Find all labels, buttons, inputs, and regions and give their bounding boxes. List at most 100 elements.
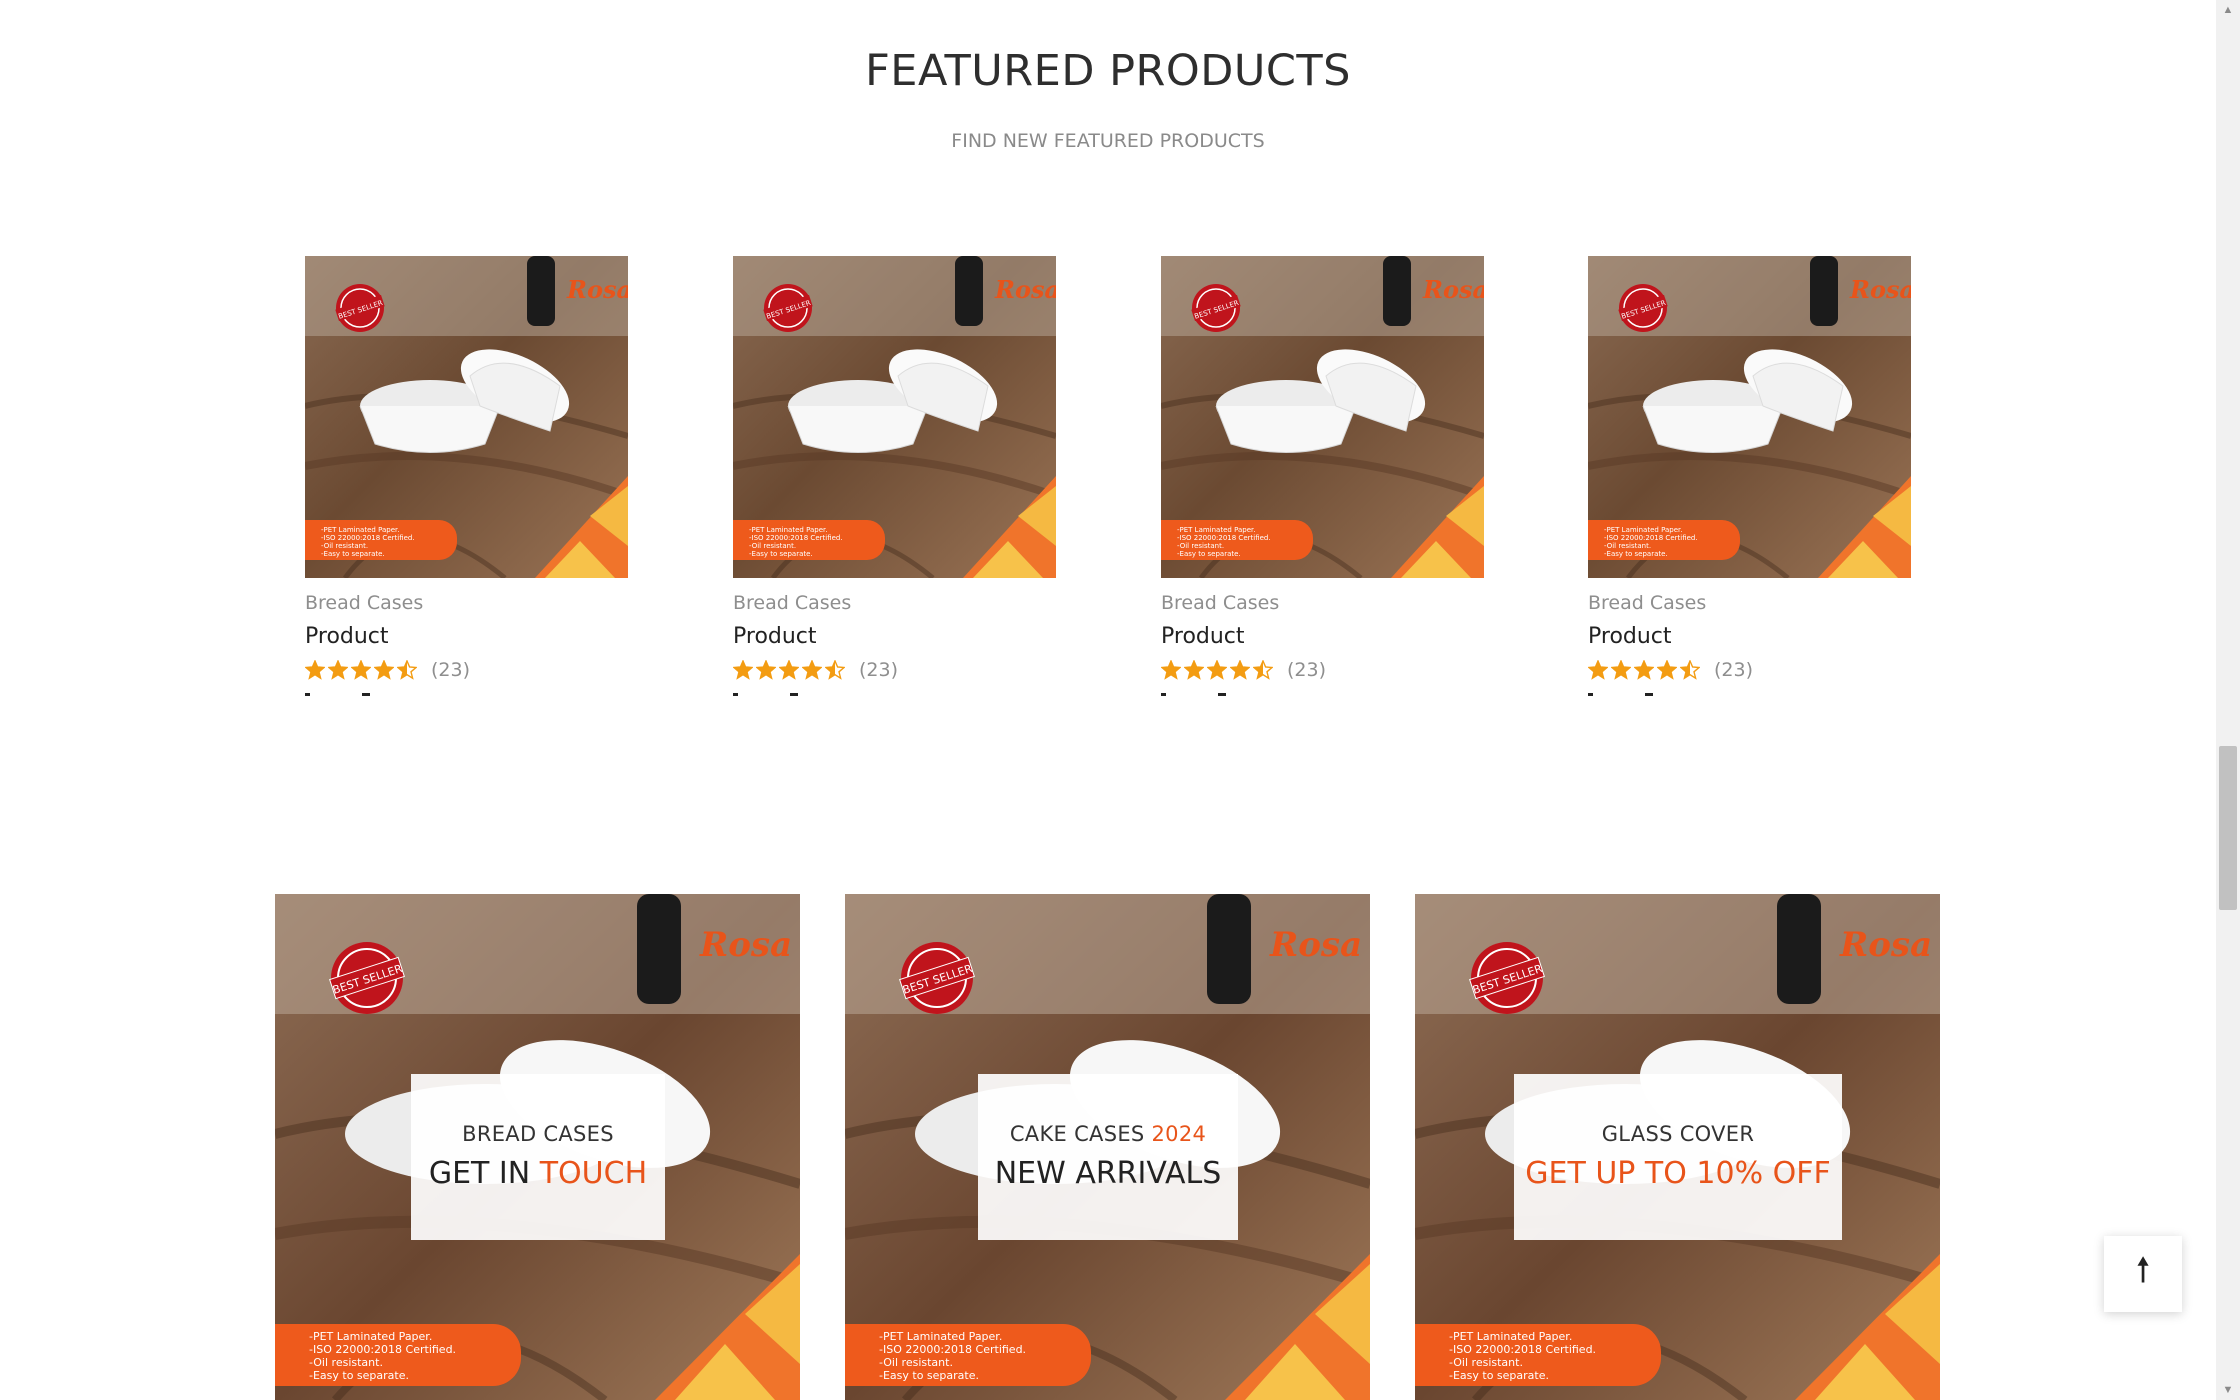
banner-small-text: GLASS COVER <box>1601 1122 1755 1146</box>
scroll-up-arrow-icon[interactable]: ▲ <box>2216 0 2240 20</box>
svg-text:-PET Laminated Paper.: -PET Laminated Paper. <box>1449 1330 1572 1343</box>
banner-headline[interactable]: GET IN TOUCH <box>411 1156 665 1191</box>
section-subtitle: FIND NEW FEATURED PRODUCTS <box>951 130 1265 152</box>
product-price <box>305 693 628 699</box>
svg-text:-Oil resistant.: -Oil resistant. <box>1604 542 1651 550</box>
banner-text-box: GLASS COVER GET UP TO 10% OFF <box>1514 1074 1842 1240</box>
product-name[interactable]: Product <box>733 624 1056 649</box>
product-price <box>1161 693 1484 699</box>
star-icon <box>1253 660 1273 680</box>
star-icon <box>802 660 822 680</box>
product-image[interactable]: BEST SELLER Rosa -PET Laminated Paper. -I… <box>1161 256 1484 578</box>
star-icon <box>1230 660 1250 680</box>
svg-text:-Oil resistant.: -Oil resistant. <box>749 542 796 550</box>
banner-text-box: BREAD CASES GET IN TOUCH <box>411 1074 665 1240</box>
banner-text-box: CAKE CASES 2024 NEW ARRIVALS <box>978 1074 1238 1240</box>
svg-text:-Oil resistant.: -Oil resistant. <box>321 542 368 550</box>
star-icon <box>825 660 845 680</box>
star-icon <box>779 660 799 680</box>
star-icon <box>1184 660 1204 680</box>
scrollbar-track[interactable] <box>2216 0 2240 1400</box>
svg-text:-ISO 22000:2018 Certified.: -ISO 22000:2018 Certified. <box>879 1343 1026 1356</box>
svg-text:Rosa: Rosa <box>1839 925 1932 965</box>
star-rating-icons <box>733 660 845 680</box>
rating-count: (23) <box>859 659 899 681</box>
svg-text:-ISO 22000:2018 Certified.: -ISO 22000:2018 Certified. <box>321 534 415 542</box>
promo-banner-glass-cover[interactable]: BEST SELLER Rosa -PET Laminated Paper. -I… <box>1415 894 1940 1400</box>
svg-text:-Easy to separate.: -Easy to separate. <box>321 550 385 558</box>
star-rating-icons <box>305 660 417 680</box>
svg-text:Rosa: Rosa <box>1422 275 1484 304</box>
svg-text:-Oil resistant.: -Oil resistant. <box>309 1356 383 1369</box>
star-icon <box>1588 660 1608 680</box>
svg-text:-PET Laminated Paper.: -PET Laminated Paper. <box>879 1330 1002 1343</box>
product-name[interactable]: Product <box>305 624 628 649</box>
rating-count: (23) <box>431 659 471 681</box>
product-rating: (23) <box>733 659 1056 681</box>
svg-text:-Oil resistant.: -Oil resistant. <box>1449 1356 1523 1369</box>
product-card[interactable]: BEST SELLER Rosa -PET Laminated Paper. -I… <box>305 256 628 699</box>
svg-text:-Easy to separate.: -Easy to separate. <box>309 1369 409 1382</box>
product-price <box>733 693 1056 699</box>
svg-text:Rosa: Rosa <box>1269 925 1362 965</box>
svg-text:-ISO 22000:2018 Certified.: -ISO 22000:2018 Certified. <box>1449 1343 1596 1356</box>
product-image[interactable]: BEST SELLER Rosa -PET Laminated Paper. -I… <box>1588 256 1911 578</box>
scroll-to-top-button[interactable]: 🠕 <box>2104 1236 2182 1312</box>
product-rating: (23) <box>1161 659 1484 681</box>
product-card[interactable]: BEST SELLER Rosa -PET Laminated Paper. -I… <box>1161 256 1484 699</box>
rating-count: (23) <box>1714 659 1754 681</box>
svg-text:-ISO 22000:2018 Certified.: -ISO 22000:2018 Certified. <box>309 1343 456 1356</box>
star-icon <box>328 660 348 680</box>
product-image[interactable]: BEST SELLER Rosa -PET Laminated Paper. -I… <box>305 256 628 578</box>
svg-text:-ISO 22000:2018 Certified.: -ISO 22000:2018 Certified. <box>1177 534 1271 542</box>
svg-text:Rosa: Rosa <box>566 275 628 304</box>
star-icon <box>305 660 325 680</box>
star-icon <box>397 660 417 680</box>
star-icon <box>756 660 776 680</box>
svg-text:-Easy to separate.: -Easy to separate. <box>1604 550 1668 558</box>
rating-count: (23) <box>1287 659 1327 681</box>
svg-text:-PET Laminated Paper.: -PET Laminated Paper. <box>309 1330 432 1343</box>
svg-text:Rosa: Rosa <box>994 275 1056 304</box>
section-title: FEATURED PRODUCTS <box>865 46 1351 96</box>
product-category[interactable]: Bread Cases <box>1161 592 1484 614</box>
svg-text:-ISO 22000:2018 Certified.: -ISO 22000:2018 Certified. <box>749 534 843 542</box>
product-name[interactable]: Product <box>1161 624 1484 649</box>
product-rating: (23) <box>1588 659 1911 681</box>
product-name[interactable]: Product <box>1588 624 1911 649</box>
svg-text:-Oil resistant.: -Oil resistant. <box>879 1356 953 1369</box>
svg-text:-Easy to separate.: -Easy to separate. <box>749 550 813 558</box>
svg-text:Rosa: Rosa <box>1849 275 1911 304</box>
product-category[interactable]: Bread Cases <box>305 592 628 614</box>
product-category[interactable]: Bread Cases <box>733 592 1056 614</box>
star-icon <box>1680 660 1700 680</box>
svg-text:-Easy to separate.: -Easy to separate. <box>879 1369 979 1382</box>
svg-text:-Easy to separate.: -Easy to separate. <box>1177 550 1241 558</box>
product-card[interactable]: BEST SELLER Rosa -PET Laminated Paper. -I… <box>733 256 1056 699</box>
banner-headline[interactable]: NEW ARRIVALS <box>978 1156 1238 1191</box>
promo-banner-bread-cases[interactable]: BEST SELLER Rosa -PET Laminated Paper. -I… <box>275 894 800 1400</box>
product-category[interactable]: Bread Cases <box>1588 592 1911 614</box>
arrow-up-icon: 🠕 <box>2135 1249 2151 1290</box>
svg-text:Rosa: Rosa <box>699 925 792 965</box>
star-icon <box>1161 660 1181 680</box>
star-icon <box>351 660 371 680</box>
svg-text:-ISO 22000:2018 Certified.: -ISO 22000:2018 Certified. <box>1604 534 1698 542</box>
svg-text:-Easy to separate.: -Easy to separate. <box>1449 1369 1549 1382</box>
product-card[interactable]: BEST SELLER Rosa -PET Laminated Paper. -I… <box>1588 256 1911 699</box>
banner-small-text: CAKE CASES 2024 <box>1009 1122 1207 1146</box>
product-price <box>1588 693 1911 699</box>
product-image[interactable]: BEST SELLER Rosa -PET Laminated Paper. -I… <box>733 256 1056 578</box>
product-rating: (23) <box>305 659 628 681</box>
star-icon <box>733 660 753 680</box>
banner-headline[interactable]: GET UP TO 10% OFF <box>1514 1156 1842 1191</box>
svg-text:-PET Laminated Paper.: -PET Laminated Paper. <box>749 526 827 534</box>
star-rating-icons <box>1161 660 1273 680</box>
star-icon <box>1657 660 1677 680</box>
svg-text:-PET Laminated Paper.: -PET Laminated Paper. <box>1177 526 1255 534</box>
star-icon <box>1634 660 1654 680</box>
scroll-down-arrow-icon[interactable]: ▼ <box>2216 1380 2240 1400</box>
promo-banner-cake-cases[interactable]: BEST SELLER Rosa -PET Laminated Paper. -I… <box>845 894 1370 1400</box>
svg-text:-Oil resistant.: -Oil resistant. <box>1177 542 1224 550</box>
scrollbar-thumb[interactable] <box>2219 746 2237 910</box>
